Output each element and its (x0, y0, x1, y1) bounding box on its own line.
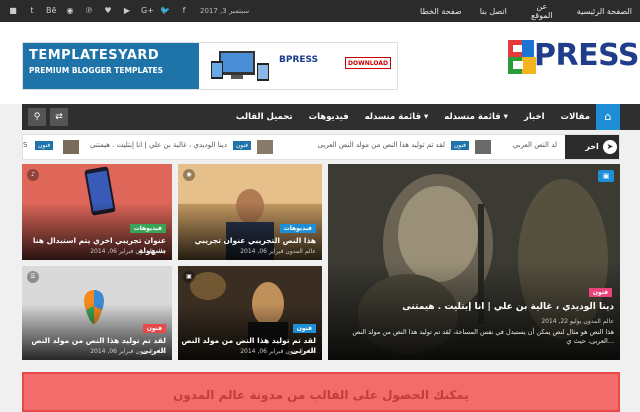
ticker-tag[interactable]: فنون (450, 141, 469, 150)
menu-item-articles[interactable]: مقالات (561, 112, 590, 122)
banner-brand: BPRESS (279, 55, 319, 65)
featured-card-big[interactable]: ▣ فنون دينا الوديدي ، غالية بن علي | انا… (328, 164, 620, 360)
category-badge[interactable]: فنون (142, 324, 166, 333)
ticker-thumb (257, 140, 273, 154)
home-button[interactable]: ⌂ (596, 104, 620, 130)
music-icon: ♪ (27, 169, 39, 181)
ticker-tag[interactable]: فنون (35, 141, 54, 150)
category-badge[interactable]: فنون (292, 324, 316, 333)
youtube-icon[interactable]: ▶ (122, 0, 132, 22)
card-meta: عالم المدون يوليو 22, 2014 (541, 318, 614, 325)
nav-error-page[interactable]: صفحة الخطا (420, 7, 462, 16)
promo-text: يمكنك الحصول على القالب من مدونة عالم ال… (173, 388, 469, 402)
twitter-icon[interactable]: 🐦 (160, 0, 170, 22)
featured-card[interactable]: ◉ فيديوهات هذا النص التجريبي عنوان تجريب… (178, 164, 322, 260)
ticker-tag[interactable]: فنون (232, 141, 251, 150)
ticker-arrow-icon: ➤ (603, 140, 617, 154)
card-excerpt: هذا النص هو مثال لنص يمكن أن يستبدل في ن… (352, 328, 614, 345)
category-badge[interactable]: فيديوهات (129, 224, 166, 233)
ticker-item[interactable]: لقد تم توليد هذا النص من مولد النص العرب… (318, 141, 445, 149)
download-button[interactable]: DOWNLOAD (345, 57, 391, 69)
devices-image (211, 51, 269, 81)
camera-icon: ◉ (183, 169, 195, 181)
ticker-item[interactable]: لد النص العربي (513, 141, 557, 149)
random-button[interactable]: ⇄ (50, 108, 68, 126)
doc-icon: ☰ (27, 271, 39, 283)
card-title[interactable]: دينا الوديدي ، غالية بن علي | انا إبتليت… (402, 302, 614, 312)
featured-card[interactable]: ▣ فنون لقد تم توليد هذا النص من مولد الن… (178, 266, 322, 360)
logo-b-icon (508, 40, 536, 74)
banner-title: TEMPLATESYARD (29, 48, 160, 63)
tumblr-icon[interactable]: t (27, 0, 37, 22)
pinterest-icon[interactable]: ℗ (84, 0, 94, 22)
ad-banner[interactable]: TEMPLATESYARD PREMIUM BLOGGER TEMPLATES … (22, 42, 398, 90)
featured-card[interactable]: ☰ فنون لقد تم توليد هذا النص من مولد الن… (22, 266, 172, 360)
menu-item-videos[interactable]: فيديوهات (309, 112, 349, 122)
site-header: TEMPLATESYARD PREMIUM BLOGGER TEMPLATES … (0, 22, 640, 104)
logo-text: PRESS (534, 38, 639, 73)
promo-banner[interactable]: يمكنك الحصول على القالب من مدونة عالم ال… (22, 372, 620, 412)
ticker-thumb (63, 140, 79, 154)
main-menu: ⚲ ⇄ مقالات اخبار قائمة منسدله ▾ قائمة من… (22, 104, 640, 130)
nav-contact[interactable]: اتصل بنا (480, 7, 507, 16)
menu-item-download[interactable]: تحميل القالب (236, 112, 293, 122)
image-icon: ▣ (598, 170, 614, 182)
ticker-item[interactable]: S (23, 141, 27, 149)
menu-item-dropdown-2[interactable]: قائمة منسدله ▾ (365, 112, 429, 122)
current-date: سبتمبر 3, 2017 (200, 7, 250, 15)
google-plus-icon[interactable]: G+ (141, 0, 154, 22)
card-title[interactable]: هذا النص التجريبي عنوان تجريبي (195, 236, 316, 246)
card-meta: عالم المدون فبراير 06, 2014 (240, 248, 316, 255)
card-meta: عالم المدون فبراير 06, 2014 (90, 248, 166, 255)
card-meta: عالم المدون فبراير 06, 2014 (240, 348, 316, 355)
site-logo[interactable]: PRESS (508, 38, 639, 78)
top-bar: ■ t Bē ◉ ℗ ♥ ▶ G+ 🐦 f سبتمبر 3, 2017 الص… (0, 0, 640, 22)
rss-icon[interactable]: ◉ (65, 0, 75, 22)
banner-subtitle: PREMIUM BLOGGER TEMPLATES (29, 66, 164, 75)
card-meta: عالم المدون فبراير 06, 2014 (90, 348, 166, 355)
category-badge[interactable]: فنون (588, 288, 612, 297)
banner-left: TEMPLATESYARD PREMIUM BLOGGER TEMPLATES (23, 43, 199, 89)
category-badge[interactable]: فيديوهات (279, 224, 316, 233)
shuffle-icon: ⇄ (55, 112, 63, 122)
home-icon: ⌂ (604, 110, 612, 123)
nav-about[interactable]: عن الموقع (525, 2, 559, 20)
facebook-icon[interactable]: f (179, 0, 189, 22)
news-ticker: اخر الأخبار ➤ لد النص العربي فنون لقد تم… (22, 134, 620, 175)
image-icon: ▣ (183, 271, 195, 283)
featured-card[interactable]: ♪ فيديوهات عنوان تجريبي اخري يتم استبدال… (22, 164, 172, 260)
ticker-item[interactable]: دينا الوديدي ، غالية بن علي | انا إبتليت… (90, 141, 227, 149)
search-icon: ⚲ (33, 112, 41, 122)
menu-item-news[interactable]: اخبار (524, 112, 545, 122)
featured-grid: ▣ فنون دينا الوديدي ، غالية بن علي | انا… (22, 164, 620, 360)
ticker-thumb (475, 140, 491, 154)
heart-icon[interactable]: ♥ (103, 0, 113, 22)
top-nav: الصفحة الرئيسية عن الموقع اتصل بنا صفحة … (420, 0, 632, 22)
social-links: ■ t Bē ◉ ℗ ♥ ▶ G+ 🐦 f (8, 0, 189, 22)
search-button[interactable]: ⚲ (28, 108, 46, 126)
menu-item-dropdown-1[interactable]: قائمة منسدله ▾ (444, 112, 508, 122)
close-square-icon[interactable]: ■ (8, 0, 18, 22)
nav-home[interactable]: الصفحة الرئيسية (577, 7, 632, 16)
behance-icon[interactable]: Bē (46, 0, 56, 22)
